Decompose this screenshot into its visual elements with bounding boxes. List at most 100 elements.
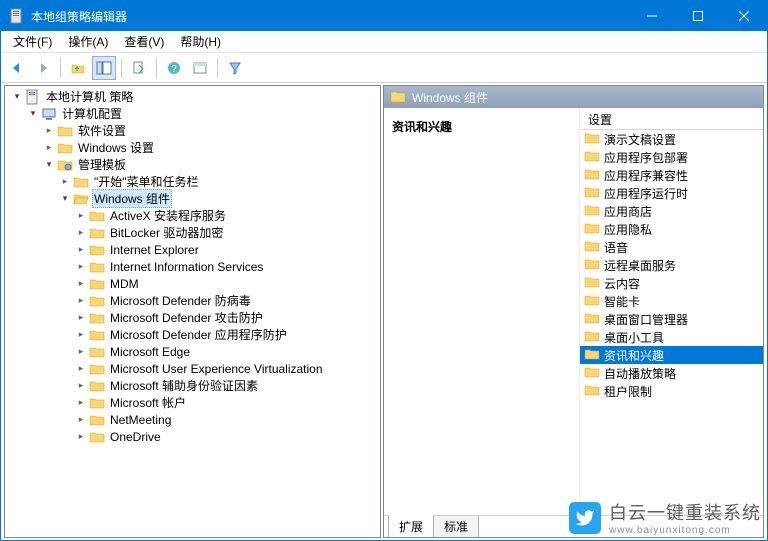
tree-label: OneDrive bbox=[108, 430, 163, 444]
filter-button[interactable] bbox=[223, 56, 247, 80]
folder-icon bbox=[89, 242, 105, 258]
list-item[interactable]: 远程桌面服务 bbox=[580, 256, 763, 274]
tree-label: NetMeeting bbox=[108, 413, 173, 427]
menu-help[interactable]: 帮助(H) bbox=[172, 31, 229, 52]
forward-button[interactable] bbox=[31, 56, 55, 80]
watermark-text-cn: 白云一键重装系统 bbox=[609, 499, 761, 525]
show-tree-button[interactable] bbox=[92, 56, 116, 80]
up-button[interactable] bbox=[66, 56, 90, 80]
tree-item-3[interactable]: ▸Internet Information Services bbox=[5, 258, 380, 275]
tree-item-10[interactable]: ▸Microsoft 辅助身份验证因素 bbox=[5, 377, 380, 394]
menu-view[interactable]: 查看(V) bbox=[116, 31, 172, 52]
list-item[interactable]: 语音 bbox=[580, 238, 763, 256]
policy-tree[interactable]: ▾本地计算机 策略▾计算机配置▸软件设置▸Windows 设置▾管理模板▸"开始… bbox=[5, 86, 380, 447]
watermark: 白云一键重装系统 www.baiyunxitong.com bbox=[569, 499, 761, 536]
list-item[interactable]: 智能卡 bbox=[580, 292, 763, 310]
tree-label: "开始"菜单和任务栏 bbox=[92, 173, 201, 190]
tree-label: 管理模板 bbox=[76, 156, 128, 173]
tree-item-9[interactable]: ▸Microsoft User Experience Virtualizatio… bbox=[5, 360, 380, 377]
list-item[interactable]: 应用程序运行时 bbox=[580, 184, 763, 202]
folder-icon bbox=[89, 412, 105, 428]
minimize-button[interactable] bbox=[629, 1, 675, 31]
list-item-label: 演示文稿设置 bbox=[604, 131, 676, 148]
list-item-label: 桌面小工具 bbox=[604, 329, 664, 346]
separator bbox=[156, 58, 157, 78]
toolbar: ? bbox=[1, 53, 767, 83]
tree-item-11[interactable]: ▸Microsoft 帐户 bbox=[5, 394, 380, 411]
tree-item-12[interactable]: ▸NetMeeting bbox=[5, 411, 380, 428]
list-item-label: 智能卡 bbox=[604, 293, 640, 310]
svg-text:?: ? bbox=[171, 64, 177, 75]
folder-icon bbox=[584, 310, 600, 329]
tree-item-1[interactable]: ▸BitLocker 驱动器加密 bbox=[5, 224, 380, 241]
column-header-setting[interactable]: 设置 bbox=[580, 108, 763, 130]
tree-item-6[interactable]: ▸Microsoft Defender 攻击防护 bbox=[5, 309, 380, 326]
list-item-label: 桌面窗口管理器 bbox=[604, 311, 688, 328]
tree-item-13[interactable]: ▸OneDrive bbox=[5, 428, 380, 445]
folder-icon bbox=[584, 130, 600, 149]
help-button[interactable]: ? bbox=[162, 56, 186, 80]
list-item[interactable]: 演示文稿设置 bbox=[580, 130, 763, 148]
list-item[interactable]: 应用程序兼容性 bbox=[580, 166, 763, 184]
folder-icon bbox=[390, 88, 406, 107]
list-item-label: 资讯和兴趣 bbox=[604, 347, 664, 364]
list-item[interactable]: 应用程序包部署 bbox=[580, 148, 763, 166]
list-item[interactable]: 资讯和兴趣 bbox=[580, 346, 763, 364]
folder-icon bbox=[89, 344, 105, 360]
menu-action[interactable]: 操作(A) bbox=[60, 31, 116, 52]
properties-button[interactable] bbox=[188, 56, 212, 80]
selected-item-title: 资讯和兴趣 bbox=[392, 118, 571, 135]
tree-start-menu-taskbar[interactable]: ▸"开始"菜单和任务栏 bbox=[5, 173, 380, 190]
list-item[interactable]: 租户限制 bbox=[580, 382, 763, 400]
folder-icon bbox=[89, 361, 105, 377]
list-item-label: 云内容 bbox=[604, 275, 640, 292]
tree-item-7[interactable]: ▸Microsoft Defender 应用程序防护 bbox=[5, 326, 380, 343]
list-item[interactable]: 云内容 bbox=[580, 274, 763, 292]
tree-root[interactable]: ▾本地计算机 策略 bbox=[5, 88, 380, 105]
tree-item-8[interactable]: ▸Microsoft Edge bbox=[5, 343, 380, 360]
back-button[interactable] bbox=[5, 56, 29, 80]
tree-label: 本地计算机 策略 bbox=[44, 88, 135, 105]
export-button[interactable] bbox=[127, 56, 151, 80]
close-button[interactable] bbox=[721, 1, 767, 31]
window-title: 本地组策略编辑器 bbox=[31, 8, 629, 25]
list-item[interactable]: 桌面窗口管理器 bbox=[580, 310, 763, 328]
folder-icon bbox=[89, 327, 105, 343]
tree-label: 软件设置 bbox=[76, 122, 128, 139]
content-header-title: Windows 组件 bbox=[412, 89, 488, 106]
list-item[interactable]: 应用隐私 bbox=[580, 220, 763, 238]
separator bbox=[121, 58, 122, 78]
menu-file[interactable]: 文件(F) bbox=[5, 31, 60, 52]
folder-icon bbox=[89, 378, 105, 394]
tree-item-0[interactable]: ▸ActiveX 安装程序服务 bbox=[5, 207, 380, 224]
tree-software-settings[interactable]: ▸软件设置 bbox=[5, 122, 380, 139]
tree-admin-templates[interactable]: ▾管理模板 bbox=[5, 156, 380, 173]
tree-item-2[interactable]: ▸Internet Explorer bbox=[5, 241, 380, 258]
tree-windows-components[interactable]: ▾Windows 组件 bbox=[5, 190, 380, 207]
list-item[interactable]: 自动播放策略 bbox=[580, 364, 763, 382]
folder-icon bbox=[584, 382, 600, 401]
tree-label: Windows 组件 bbox=[92, 189, 172, 208]
tab-standard[interactable]: 标准 bbox=[433, 516, 479, 538]
folder-icon bbox=[584, 256, 600, 275]
tab-extended[interactable]: 扩展 bbox=[388, 515, 434, 538]
tree-label: Microsoft User Experience Virtualization bbox=[108, 362, 325, 376]
folder-icon bbox=[73, 191, 89, 207]
list-item[interactable]: 应用商店 bbox=[580, 202, 763, 220]
tree-item-5[interactable]: ▸Microsoft Defender 防病毒 bbox=[5, 292, 380, 309]
tree-windows-settings[interactable]: ▸Windows 设置 bbox=[5, 139, 380, 156]
tree-computer-config[interactable]: ▾计算机配置 bbox=[5, 105, 380, 122]
folder-icon bbox=[89, 429, 105, 445]
separator bbox=[217, 58, 218, 78]
tree-pane[interactable]: ▾本地计算机 策略▾计算机配置▸软件设置▸Windows 设置▾管理模板▸"开始… bbox=[4, 85, 381, 538]
list-item-label: 语音 bbox=[604, 239, 628, 256]
content-pane: Windows 组件 资讯和兴趣 设置 演示文稿设置应用程序包部署应用程序兼容性… bbox=[383, 85, 764, 538]
main-split: ▾本地计算机 策略▾计算机配置▸软件设置▸Windows 设置▾管理模板▸"开始… bbox=[1, 83, 767, 540]
folder-icon bbox=[89, 276, 105, 292]
list-item-label: 应用程序兼容性 bbox=[604, 167, 688, 184]
maximize-button[interactable] bbox=[675, 1, 721, 31]
tree-item-4[interactable]: ▸MDM bbox=[5, 275, 380, 292]
list-item-label: 远程桌面服务 bbox=[604, 257, 676, 274]
list-item[interactable]: 桌面小工具 bbox=[580, 328, 763, 346]
settings-list[interactable]: 演示文稿设置应用程序包部署应用程序兼容性应用程序运行时应用商店应用隐私语音远程桌… bbox=[580, 130, 763, 515]
